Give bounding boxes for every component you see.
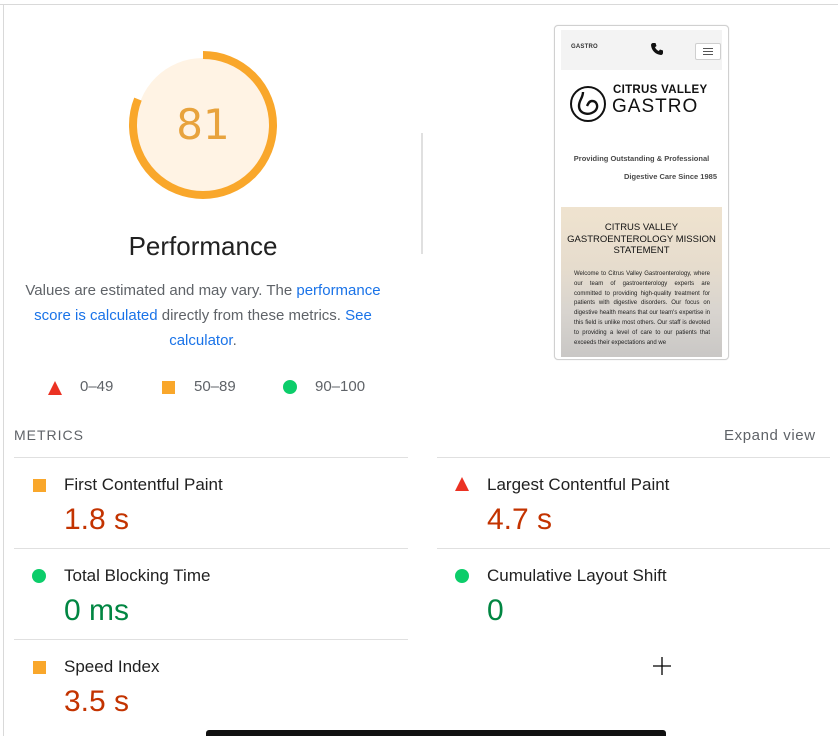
thumb-mission-card: CITRUS VALLEY GASTROENTEROLOGY MISSION S… xyxy=(561,207,722,357)
square-icon xyxy=(162,381,175,394)
legend-pass-range: 90–100 xyxy=(315,378,366,395)
metric-value: 4.7 s xyxy=(487,503,553,536)
hamburger-menu-icon xyxy=(695,43,721,60)
average-square-icon xyxy=(33,479,46,492)
page-screenshot-thumbnail[interactable]: GASTRO CITRUS VALLEY GASTRO Providing Ou… xyxy=(554,25,729,360)
thumb-brand-logo: CITRUS VALLEY GASTRO xyxy=(569,84,719,126)
metric-value: 3.5 s xyxy=(64,685,130,718)
average-square-icon xyxy=(33,661,46,674)
vertical-divider xyxy=(421,133,423,254)
thumb-brand-line2: GASTRO xyxy=(612,96,699,117)
bottom-overlay-bar xyxy=(206,730,666,736)
metric-largest-contentful-paint: Largest Contentful Paint 4.7 s xyxy=(437,458,817,548)
thumb-mission-title: CITRUS VALLEY GASTROENTEROLOGY MISSION S… xyxy=(567,222,716,256)
performance-gauge: 81 xyxy=(126,48,280,202)
metric-name: Speed Index xyxy=(64,657,160,676)
phone-icon xyxy=(651,43,663,55)
pass-circle-icon xyxy=(455,569,469,583)
fail-triangle-icon xyxy=(455,477,469,491)
metric-name: First Contentful Paint xyxy=(64,475,223,494)
thumb-mission-body: Welcome to Citrus Valley Gastroenterolog… xyxy=(574,271,710,346)
thumb-tagline-2: Digestive Care Since 1985 xyxy=(624,172,717,181)
metric-cumulative-layout-shift: Cumulative Layout Shift 0 xyxy=(437,549,817,639)
stomach-logo-icon xyxy=(570,86,606,122)
metric-name: Total Blocking Time xyxy=(64,566,211,585)
left-border xyxy=(3,4,4,736)
metrics-heading: METRICS xyxy=(14,427,84,443)
performance-description: Values are estimated and may vary. The p… xyxy=(14,278,392,353)
performance-score: 81 xyxy=(176,100,230,149)
triangle-icon xyxy=(48,381,62,395)
metric-first-contentful-paint: First Contentful Paint 1.8 s xyxy=(14,458,394,548)
legend-fail-range: 0–49 xyxy=(80,378,114,395)
legend-average-range: 50–89 xyxy=(194,378,236,395)
thumb-site-header: GASTRO xyxy=(561,30,722,70)
metric-name: Largest Contentful Paint xyxy=(487,475,670,494)
thumb-brand-line1: CITRUS VALLEY xyxy=(613,84,708,96)
crosshair-cursor-icon xyxy=(653,657,671,675)
desc-prefix: Values are estimated and may vary. The xyxy=(25,282,297,299)
metric-speed-index: Speed Index 3.5 s xyxy=(14,640,394,730)
top-border xyxy=(0,4,838,5)
pass-circle-icon xyxy=(32,569,46,583)
metric-value: 0 ms xyxy=(64,594,130,627)
metric-total-blocking-time: Total Blocking Time 0 ms xyxy=(14,549,394,639)
thumb-mini-logo: GASTRO xyxy=(571,44,598,50)
thumb-tagline-1: Providing Outstanding & Professional xyxy=(573,154,710,163)
circle-icon xyxy=(283,380,297,394)
metric-value: 0 xyxy=(487,594,504,627)
desc-suffix: . xyxy=(232,332,237,349)
desc-middle: directly from these metrics. xyxy=(157,307,346,324)
performance-title: Performance xyxy=(128,231,278,261)
expand-view-toggle[interactable]: Expand view xyxy=(724,427,816,444)
metric-name: Cumulative Layout Shift xyxy=(487,566,667,585)
metric-value: 1.8 s xyxy=(64,503,130,536)
